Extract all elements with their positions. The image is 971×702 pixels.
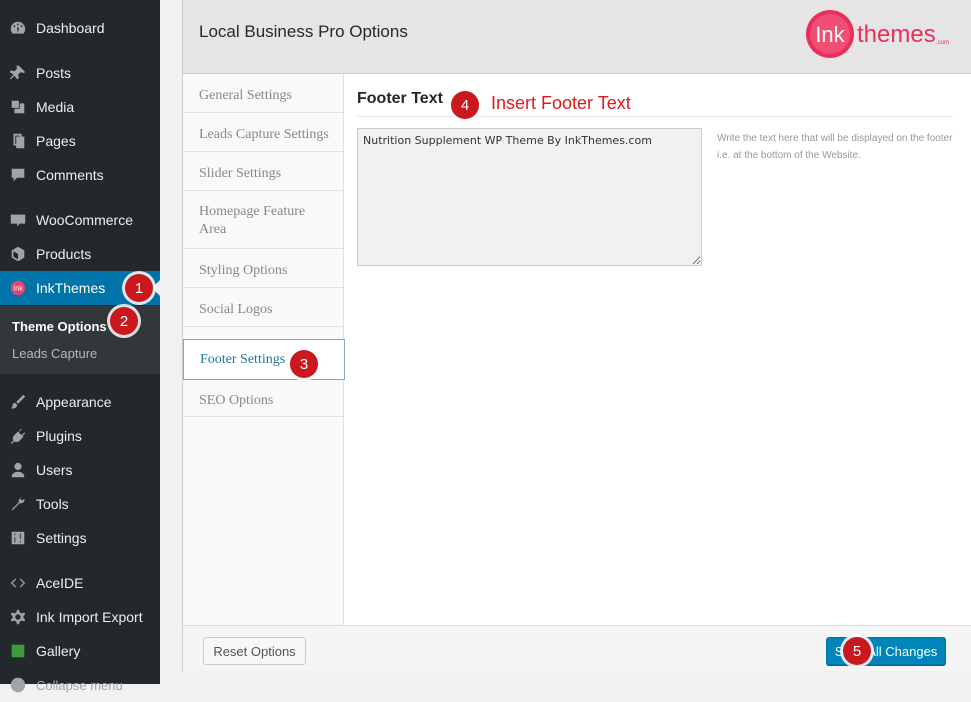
sidebar-item-media[interactable]: Media (0, 90, 160, 124)
box-icon (0, 245, 36, 263)
sidebar-item-appearance[interactable]: Appearance (0, 385, 160, 419)
submenu-leads-capture[interactable]: Leads Capture (12, 346, 97, 361)
section-divider (357, 116, 953, 117)
inkthemes-icon: Ink (0, 279, 36, 297)
footer-text-input[interactable]: Nutrition Supplement WP Theme By InkThem… (357, 128, 702, 266)
tab-leads-capture-settings[interactable]: Leads Capture Settings (183, 113, 343, 152)
sidebar-item-tools[interactable]: Tools (0, 487, 160, 521)
sidebar-item-label: Gallery (36, 643, 81, 659)
brush-icon (0, 393, 36, 411)
active-menu-arrow (152, 280, 160, 296)
tab-seo-options[interactable]: SEO Options (183, 378, 343, 417)
sidebar-item-ink-import-export[interactable]: Ink Import Export (0, 600, 160, 634)
step-badge-1: 1 (125, 274, 153, 302)
sidebar-item-users[interactable]: Users (0, 453, 160, 487)
submenu-theme-options[interactable]: Theme Options (12, 319, 107, 334)
sidebar-item-collapse-menu[interactable]: Collapse menu (0, 668, 160, 702)
page-title: Local Business Pro Options (199, 22, 408, 41)
sidebar-item-label: AceIDE (36, 575, 84, 591)
sidebar-item-aceide[interactable]: AceIDE (0, 566, 160, 600)
user-icon (0, 461, 36, 479)
code-icon (0, 574, 36, 592)
pages-icon (0, 132, 36, 150)
sidebar-item-label: Settings (36, 530, 87, 546)
section-title: Footer Text (357, 90, 443, 107)
sidebar-item-label: Media (36, 99, 75, 115)
step-badge-5: 5 (843, 637, 871, 665)
svg-text:themes: themes (857, 21, 936, 48)
sidebar-item-label: Appearance (36, 394, 112, 410)
sidebar-item-gallery[interactable]: Gallery (0, 634, 160, 668)
tab-slider-settings[interactable]: Slider Settings (183, 152, 343, 191)
svg-text:Ink: Ink (815, 22, 845, 47)
collapse-icon (0, 676, 36, 694)
tab-footer-settings[interactable]: Footer Settings (183, 339, 345, 380)
tab-general-settings[interactable]: General Settings (183, 74, 343, 113)
pin-icon (0, 64, 36, 82)
sidebar-item-products[interactable]: Products (0, 237, 160, 271)
sidebar-item-pages[interactable]: Pages (0, 124, 160, 158)
wrench-icon (0, 495, 36, 513)
sidebar-item-label: Collapse menu (36, 677, 123, 693)
tab-styling-options[interactable]: Styling Options (183, 249, 343, 288)
sidebar-item-label: Pages (36, 133, 76, 149)
media-icon (0, 98, 36, 116)
admin-sidebar: Dashboard Posts Media Pages Comments Woo… (0, 0, 160, 693)
panel-header: Local Business Pro Options Ink themes .c… (183, 0, 971, 74)
theme-options-panel: Local Business Pro Options Ink themes .c… (182, 0, 971, 671)
gear-icon (0, 608, 36, 626)
sidebar-item-comments[interactable]: Comments (0, 158, 160, 192)
dashboard-icon (0, 19, 36, 37)
gallery-icon (0, 642, 36, 660)
woocommerce-icon (0, 211, 36, 229)
svg-text:Ink: Ink (13, 284, 23, 293)
tab-homepage-feature-area[interactable]: Homepage Feature Area (183, 191, 343, 249)
inkthemes-logo: Ink themes .com (806, 10, 949, 58)
comment-icon (0, 166, 36, 184)
step-badge-2: 2 (110, 307, 138, 335)
svg-text:.com: .com (936, 40, 949, 46)
sidebar-item-label: Comments (36, 167, 104, 183)
sidebar-item-label: Tools (36, 496, 69, 512)
sidebar-item-label: Users (36, 462, 73, 478)
options-nav: General Settings Leads Capture Settings … (183, 74, 345, 625)
step-badge-4: 4 (451, 91, 479, 119)
sidebar-item-label: Ink Import Export (36, 609, 143, 625)
sidebar-item-label: Plugins (36, 428, 82, 444)
sidebar-item-plugins[interactable]: Plugins (0, 419, 160, 453)
help-text: Write the text here that will be display… (717, 133, 953, 161)
sidebar-item-settings[interactable]: Settings (0, 521, 160, 555)
sliders-icon (0, 529, 36, 547)
sidebar-item-woocommerce[interactable]: WooCommerce (0, 203, 160, 237)
reset-options-button[interactable]: Reset Options (203, 637, 306, 665)
plug-icon (0, 427, 36, 445)
sidebar-item-label: Products (36, 246, 92, 262)
sidebar-item-dashboard[interactable]: Dashboard (0, 11, 160, 45)
sidebar-item-label: Posts (36, 65, 72, 81)
sidebar-item-posts[interactable]: Posts (0, 56, 160, 90)
sidebar-item-label: InkThemes (36, 280, 106, 296)
tab-social-logos[interactable]: Social Logos (183, 288, 343, 327)
annotation-label: Insert Footer Text (491, 93, 631, 113)
sidebar-item-label: Dashboard (36, 20, 105, 36)
sidebar-item-label: WooCommerce (36, 212, 133, 228)
step-badge-3: 3 (290, 350, 318, 378)
